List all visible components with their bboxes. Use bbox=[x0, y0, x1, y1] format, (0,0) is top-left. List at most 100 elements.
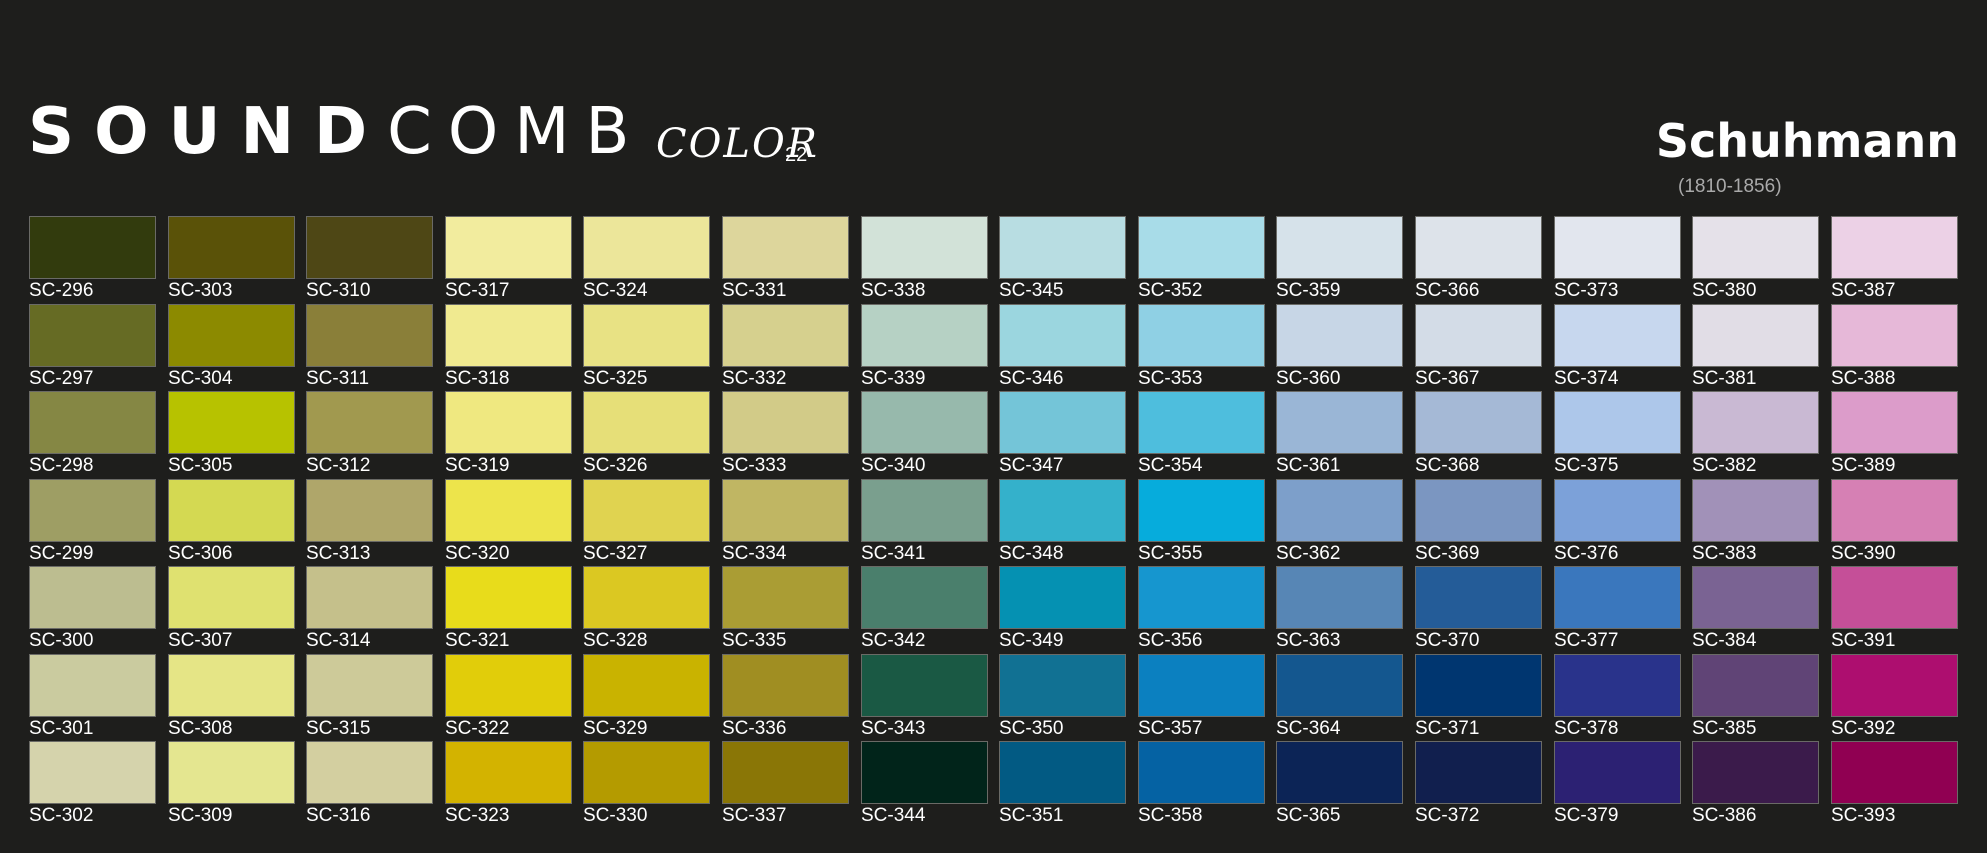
color-swatch bbox=[861, 566, 988, 629]
color-swatch bbox=[1138, 304, 1265, 367]
swatch-code-label: SC-391 bbox=[1831, 630, 1896, 651]
color-swatch bbox=[445, 741, 572, 804]
brand-logo-comb: COMB bbox=[387, 95, 646, 169]
color-swatch bbox=[306, 741, 433, 804]
color-swatch bbox=[306, 391, 433, 454]
color-swatch bbox=[29, 304, 156, 367]
color-swatch bbox=[1554, 741, 1681, 804]
swatch-code-label: SC-340 bbox=[861, 455, 926, 476]
color-swatch bbox=[861, 391, 988, 454]
swatch-code-label: SC-389 bbox=[1831, 455, 1896, 476]
color-swatch bbox=[999, 479, 1126, 542]
swatch-code-label: SC-371 bbox=[1415, 718, 1480, 739]
color-swatch bbox=[1692, 566, 1819, 629]
color-swatch bbox=[1554, 304, 1681, 367]
color-swatch bbox=[583, 216, 710, 279]
swatch-code-label: SC-341 bbox=[861, 543, 926, 564]
swatch-code-label: SC-324 bbox=[583, 280, 648, 301]
swatch-code-label: SC-372 bbox=[1415, 805, 1480, 826]
color-swatch bbox=[999, 216, 1126, 279]
swatch-code-label: SC-309 bbox=[168, 805, 233, 826]
swatch-code-label: SC-321 bbox=[445, 630, 510, 651]
swatch-code-label: SC-383 bbox=[1692, 543, 1757, 564]
color-swatch bbox=[1831, 391, 1958, 454]
color-swatch bbox=[1276, 566, 1403, 629]
swatch-code-label: SC-349 bbox=[999, 630, 1064, 651]
swatch-code-label: SC-354 bbox=[1138, 455, 1203, 476]
color-swatch bbox=[168, 654, 295, 717]
swatch-code-label: SC-377 bbox=[1554, 630, 1619, 651]
color-swatch bbox=[722, 391, 849, 454]
color-swatch bbox=[722, 304, 849, 367]
color-swatch bbox=[1415, 304, 1542, 367]
color-swatch bbox=[1138, 566, 1265, 629]
color-swatch bbox=[583, 304, 710, 367]
color-swatch bbox=[1554, 566, 1681, 629]
color-swatch bbox=[1692, 654, 1819, 717]
color-swatch bbox=[1415, 741, 1542, 804]
color-swatch bbox=[722, 216, 849, 279]
swatch-code-label: SC-357 bbox=[1138, 718, 1203, 739]
swatch-code-label: SC-308 bbox=[168, 718, 233, 739]
maker-years: (1810-1856) bbox=[1678, 176, 1782, 197]
color-swatch bbox=[168, 479, 295, 542]
color-swatch bbox=[445, 216, 572, 279]
color-swatch bbox=[999, 741, 1126, 804]
swatch-code-label: SC-387 bbox=[1831, 280, 1896, 301]
color-swatch bbox=[1415, 566, 1542, 629]
color-swatch bbox=[999, 654, 1126, 717]
color-swatch bbox=[1415, 216, 1542, 279]
color-swatch bbox=[29, 216, 156, 279]
swatch-code-label: SC-329 bbox=[583, 718, 648, 739]
color-swatch bbox=[583, 479, 710, 542]
swatch-code-label: SC-384 bbox=[1692, 630, 1757, 651]
color-swatch bbox=[722, 566, 849, 629]
color-swatch bbox=[168, 566, 295, 629]
color-swatch bbox=[1276, 479, 1403, 542]
swatch-code-label: SC-339 bbox=[861, 368, 926, 389]
swatch-code-label: SC-322 bbox=[445, 718, 510, 739]
brand-logo-sound: SOUND bbox=[28, 95, 388, 169]
swatch-code-label: SC-299 bbox=[29, 543, 94, 564]
color-swatch bbox=[999, 304, 1126, 367]
swatch-code-label: SC-325 bbox=[583, 368, 648, 389]
swatch-code-label: SC-315 bbox=[306, 718, 371, 739]
swatch-code-label: SC-373 bbox=[1554, 280, 1619, 301]
swatch-code-label: SC-361 bbox=[1276, 455, 1341, 476]
color-swatch bbox=[1276, 391, 1403, 454]
color-swatch bbox=[168, 304, 295, 367]
color-swatch bbox=[1415, 654, 1542, 717]
swatch-code-label: SC-359 bbox=[1276, 280, 1341, 301]
color-swatch bbox=[29, 479, 156, 542]
color-swatch bbox=[1554, 216, 1681, 279]
swatch-code-label: SC-319 bbox=[445, 455, 510, 476]
color-swatch bbox=[1831, 741, 1958, 804]
color-swatch bbox=[29, 566, 156, 629]
swatch-code-label: SC-388 bbox=[1831, 368, 1896, 389]
color-swatch bbox=[168, 216, 295, 279]
swatch-code-label: SC-356 bbox=[1138, 630, 1203, 651]
swatch-code-label: SC-343 bbox=[861, 718, 926, 739]
swatch-code-label: SC-370 bbox=[1415, 630, 1480, 651]
color-swatch bbox=[1554, 479, 1681, 542]
swatch-code-label: SC-347 bbox=[999, 455, 1064, 476]
swatch-code-label: SC-337 bbox=[722, 805, 787, 826]
swatch-code-label: SC-298 bbox=[29, 455, 94, 476]
color-swatch bbox=[999, 566, 1126, 629]
swatch-code-label: SC-369 bbox=[1415, 543, 1480, 564]
swatch-code-label: SC-334 bbox=[722, 543, 787, 564]
color-swatch bbox=[861, 741, 988, 804]
color-swatch bbox=[583, 566, 710, 629]
color-swatch bbox=[1831, 304, 1958, 367]
swatch-code-label: SC-386 bbox=[1692, 805, 1757, 826]
swatch-code-label: SC-358 bbox=[1138, 805, 1203, 826]
swatch-code-label: SC-330 bbox=[583, 805, 648, 826]
swatch-code-label: SC-374 bbox=[1554, 368, 1619, 389]
swatch-code-label: SC-296 bbox=[29, 280, 94, 301]
color-swatch bbox=[445, 566, 572, 629]
swatch-code-label: SC-300 bbox=[29, 630, 94, 651]
color-swatch bbox=[861, 304, 988, 367]
swatch-code-label: SC-338 bbox=[861, 280, 926, 301]
color-swatch bbox=[306, 216, 433, 279]
swatch-code-label: SC-312 bbox=[306, 455, 371, 476]
